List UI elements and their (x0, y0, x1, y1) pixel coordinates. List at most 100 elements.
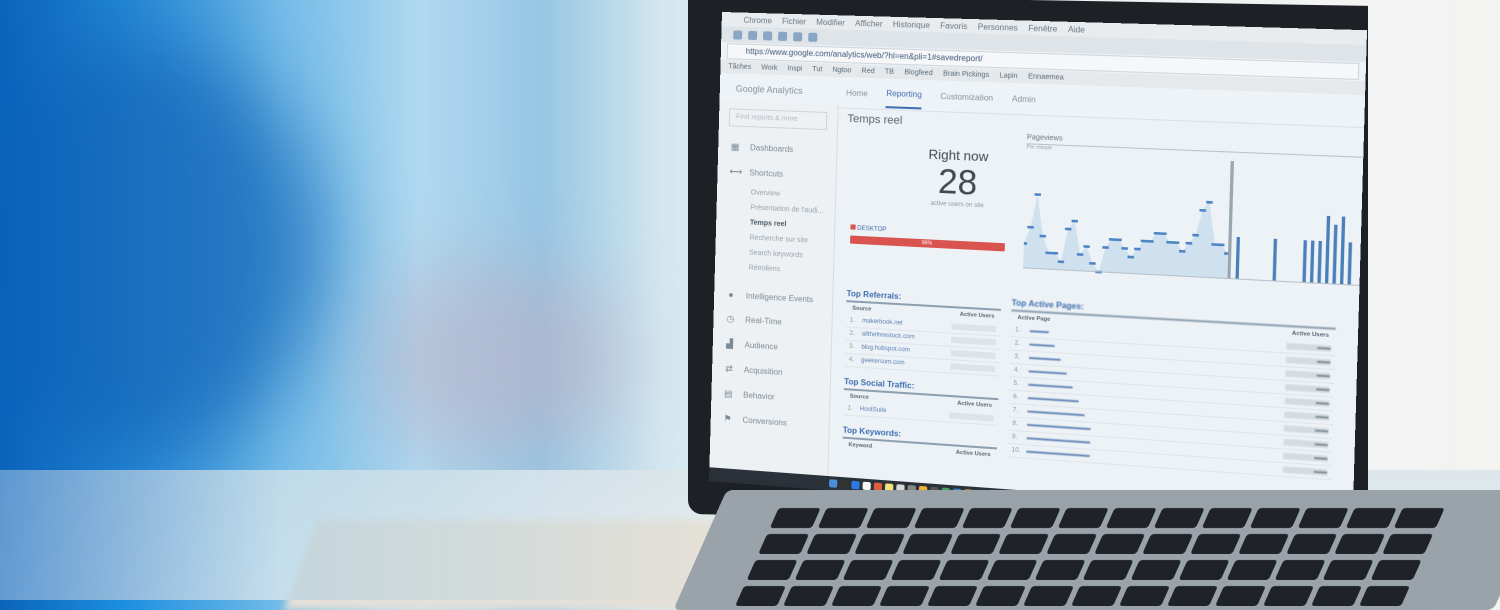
per-second-bar (1317, 240, 1322, 284)
per-minute-point (1217, 243, 1225, 247)
keyboard-key (998, 534, 1050, 554)
source-link[interactable]: HootSuite (860, 406, 949, 418)
tab-admin[interactable]: Admin (1012, 86, 1037, 113)
row-number: 7. (1012, 407, 1019, 414)
col-active-users[interactable]: Active Users (1292, 331, 1329, 339)
keyboard-key (1382, 534, 1434, 554)
col-active-users[interactable]: Active Users (960, 312, 995, 320)
bookmark-item[interactable]: TB (885, 68, 894, 75)
menu-item[interactable]: Chrome (744, 15, 773, 25)
bookmark-item[interactable]: Red (861, 68, 874, 76)
extension-icon[interactable] (793, 31, 803, 41)
chart-divider (1229, 161, 1232, 279)
bookmark-item[interactable]: Ennaemea (1028, 73, 1064, 81)
col-source: Source (849, 393, 869, 401)
dock-app-icon[interactable] (851, 480, 860, 490)
sidebar-item-label: Shortcuts (749, 168, 784, 179)
row-number: 3. (849, 343, 855, 351)
keyboard-key (854, 534, 906, 554)
keyboard-key (1359, 586, 1410, 606)
tab-home[interactable]: Home (846, 80, 868, 106)
menu-item[interactable]: Modifier (816, 17, 845, 27)
source-link[interactable]: allthefreestock.com (862, 331, 952, 342)
bookmark-item[interactable]: Blogfeed (904, 69, 933, 77)
dock-app-icon[interactable] (840, 479, 849, 489)
keyboard-key (1322, 560, 1374, 580)
extension-icon[interactable] (808, 32, 818, 42)
menu-item[interactable]: Historique (893, 19, 930, 29)
keyboard-key (1142, 534, 1194, 554)
keyboard-key (817, 508, 869, 528)
row-number: 2. (1014, 340, 1021, 348)
keyboard-key (1167, 586, 1218, 606)
keyboard-key (1046, 534, 1098, 554)
col-active-users[interactable]: Active Users (957, 401, 992, 409)
keyboard-key (927, 586, 978, 606)
source-link[interactable]: blog.hubspot.com (861, 345, 951, 357)
tab-reporting[interactable]: Reporting (885, 80, 923, 109)
active-users-value: ▬▬ (1285, 370, 1331, 380)
bookmark-item[interactable]: Inspi (787, 65, 802, 73)
layout-icon: ▤ (723, 388, 733, 399)
extension-icon[interactable] (748, 30, 758, 40)
menu-item[interactable]: Fichier (782, 16, 806, 26)
bookmark-item[interactable]: Lapin (999, 72, 1017, 80)
row-number: 6. (1013, 393, 1019, 401)
per-minute-point (1034, 193, 1041, 196)
per-minute-point (1121, 246, 1128, 250)
per-minute-point (1211, 243, 1219, 247)
keyboard-key (783, 586, 834, 606)
menu-item[interactable]: Afficher (855, 18, 883, 28)
laptop-screen: Chrome Fichier Modifier Afficher Historique F… (709, 12, 1368, 530)
per-minute-point (1083, 245, 1090, 248)
per-minute-point (1178, 249, 1186, 253)
per-minute-point (1089, 261, 1096, 265)
keyboard-key (1071, 586, 1122, 606)
col-active-users[interactable]: Active Users (956, 450, 991, 459)
foreground-blur (0, 0, 700, 600)
sidebar-item-label: Acquisition (743, 365, 783, 378)
bookmark-item[interactable]: Tut (812, 66, 822, 73)
bookmark-item[interactable]: Brain Pickings (943, 70, 989, 79)
per-minute-point (1076, 253, 1084, 256)
keyboard-key (769, 508, 821, 528)
row-number: 8. (1012, 420, 1018, 428)
per-second-bar (1347, 242, 1353, 285)
keyboard-key (950, 534, 1002, 554)
bookmark-item[interactable]: Ngtoo (832, 67, 851, 75)
sidebar-item-label: Behavior (743, 390, 775, 402)
search-input[interactable]: Find reports & more (728, 108, 828, 131)
row-number: 2. (849, 330, 855, 338)
extension-icon[interactable] (763, 30, 773, 41)
keyboard-key (758, 534, 810, 554)
bookmark-item[interactable]: Work (761, 64, 777, 72)
keyboard-key (1201, 508, 1253, 528)
sidebar-item-label: Real-Time (745, 315, 782, 327)
bookmark-item[interactable]: Tâches (728, 63, 751, 71)
tab-customization[interactable]: Customization (940, 83, 993, 110)
keyboard-key (1034, 560, 1086, 580)
keyboard-key (1345, 508, 1397, 528)
keyboard-key (1393, 508, 1445, 528)
extension-icon[interactable] (733, 29, 743, 40)
source-link[interactable]: makerbook.net (862, 318, 952, 329)
dock-app-icon[interactable] (829, 479, 838, 488)
col-keyword: Keyword (848, 442, 873, 450)
per-minute-point (1057, 260, 1065, 264)
per-minute-point (1206, 200, 1213, 204)
keyboard-key (1263, 586, 1314, 606)
menu-item[interactable]: Favoris (940, 21, 967, 31)
col-source: Source (852, 305, 872, 313)
keyboard-key (913, 508, 965, 528)
people-icon: ▟ (726, 338, 734, 349)
keyboard-key (1226, 560, 1278, 580)
extension-icon[interactable] (778, 31, 788, 41)
menu-item[interactable]: Personnes (978, 22, 1018, 32)
menu-item[interactable]: Fenêtre (1028, 23, 1057, 33)
source-link[interactable]: geekersom.com (861, 358, 950, 370)
per-minute-point (1140, 239, 1148, 243)
ga-logo: Google Analytics (735, 83, 803, 96)
keyboard-key (1249, 508, 1301, 528)
menu-item[interactable]: Aide (1068, 24, 1085, 34)
keyboard-key (975, 586, 1026, 606)
